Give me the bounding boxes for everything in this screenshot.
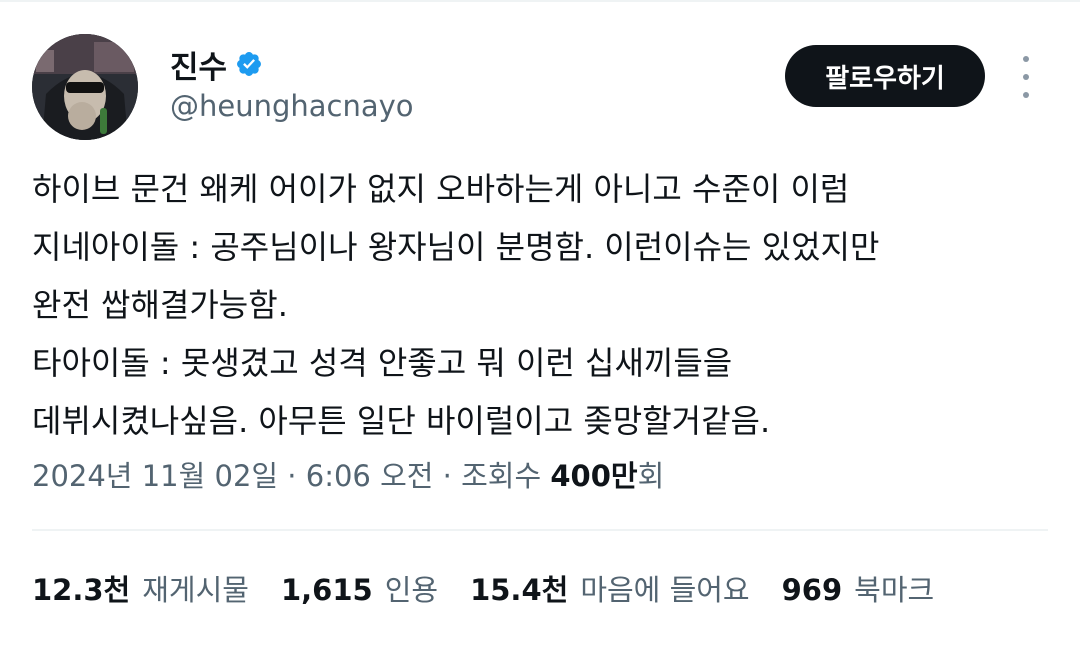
- tweet-text-line: 하이브 문건 왜케 어이가 없지 오바하는게 아니고 수준이 이럼: [32, 170, 850, 208]
- display-name[interactable]: 진수: [170, 42, 227, 87]
- stat-reposts[interactable]: 12.3천 재게시물: [32, 570, 249, 610]
- stat-label: 재게시물: [142, 573, 249, 607]
- more-dot: [1023, 92, 1029, 98]
- stat-count: 969: [781, 573, 843, 607]
- more-dot: [1023, 56, 1029, 62]
- divider: [32, 529, 1048, 531]
- avatar[interactable]: [32, 34, 138, 140]
- top-divider: [0, 0, 1080, 2]
- stat-label: 북마크: [854, 573, 935, 607]
- stat-label: 마음에 들어요: [580, 573, 750, 607]
- tweet-time[interactable]: 6:06 오전: [306, 459, 434, 493]
- stat-count: 12.3천: [32, 573, 131, 607]
- stat-label: 인용: [384, 573, 439, 607]
- stat-count: 15.4천: [470, 573, 569, 607]
- tweet-meta: 2024년 11월 02일 · 6:06 오전 · 조회수 400만회: [32, 456, 664, 496]
- views-label: 조회수: [461, 459, 542, 493]
- follow-button[interactable]: 팔로우하기: [785, 45, 985, 107]
- meta-separator: ·: [278, 459, 306, 493]
- engagement-stats: 12.3천 재게시물 1,615 인용 15.4천 마음에 들어요 969 북마…: [32, 570, 966, 610]
- tweet-text: 하이브 문건 왜케 어이가 없지 오바하는게 아니고 수준이 이럼 지네아이돌 …: [32, 160, 1062, 450]
- tweet-text-line: 데뷔시켰나싶음. 아무튼 일단 바이럴이고 좆망할거같음.: [32, 402, 771, 440]
- stat-bookmarks[interactable]: 969 북마크: [782, 570, 935, 610]
- stat-quotes[interactable]: 1,615 인용: [281, 570, 438, 610]
- meta-separator: ·: [433, 459, 462, 493]
- tweet-text-line: 완전 쌉해결가능함.: [32, 286, 288, 324]
- tweet-date[interactable]: 2024년 11월 02일: [32, 459, 278, 493]
- views-count: 400만: [550, 459, 638, 493]
- tweet-text-line: 타아이돌 : 못생겼고 성격 안좋고 뭐 이런 십새끼들을: [32, 344, 733, 382]
- tweet-text-line: 지네아이돌 : 공주님이나 왕자님이 분명함. 이런이슈는 있었지만: [32, 228, 880, 266]
- more-vertical-icon[interactable]: [1014, 56, 1038, 98]
- handle[interactable]: @heunghacnayo: [170, 88, 414, 124]
- tweet-detail: 진수 @heunghacnayo 팔로우하기 하이브 문건 왜케 어이가 없지 …: [0, 0, 1080, 645]
- stat-count: 1,615: [280, 573, 373, 607]
- stat-likes[interactable]: 15.4천 마음에 들어요: [470, 570, 750, 610]
- avatar-image: [32, 34, 138, 140]
- more-dot: [1023, 74, 1029, 80]
- verified-badge-icon: [235, 50, 263, 78]
- display-name-row[interactable]: 진수: [170, 42, 263, 86]
- views-suffix: 회: [637, 459, 665, 493]
